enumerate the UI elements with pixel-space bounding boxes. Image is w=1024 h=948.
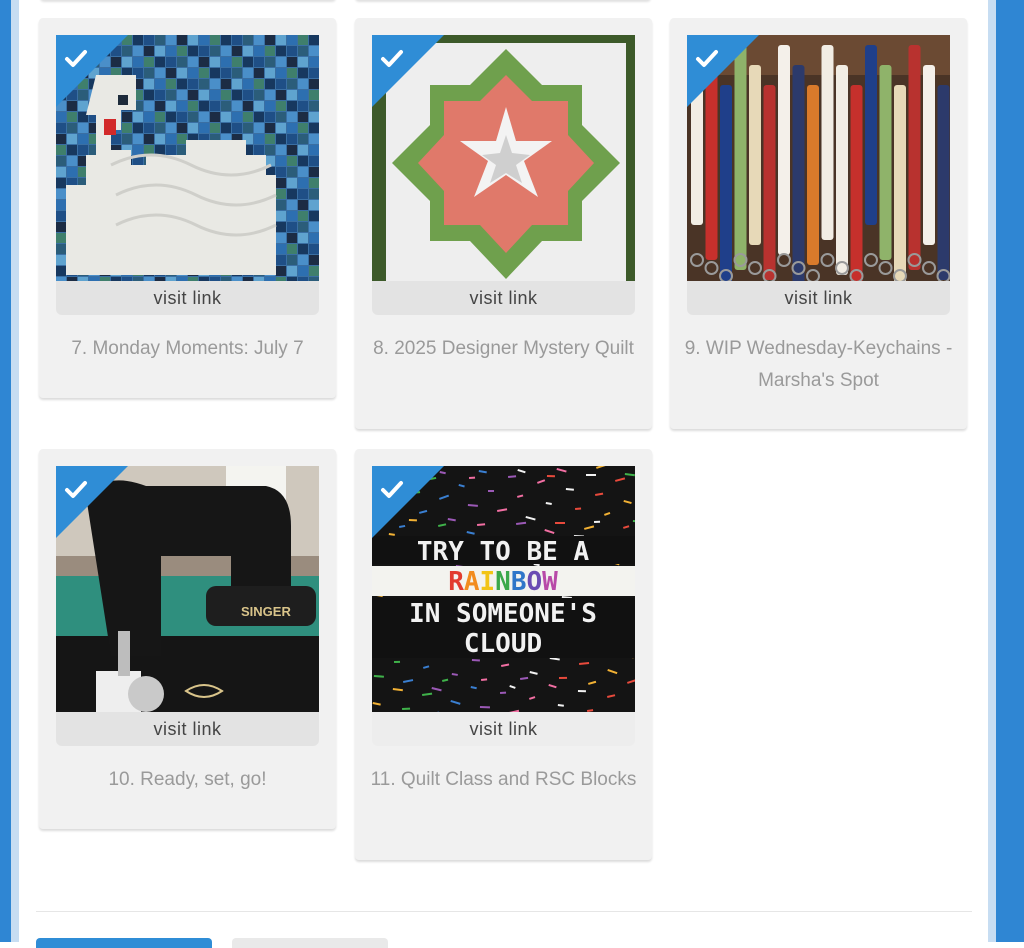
link-thumbnail[interactable]: TRY TO BE A RAINBOW IN SOMEONE'S CLOUD (372, 466, 635, 729)
checkmark-icon (65, 481, 87, 498)
link-title[interactable]: 7. Monday Moments: July 7 (47, 333, 328, 365)
link-title[interactable]: 10. Ready, set, go! (47, 764, 328, 796)
quilt-text-rainbow: RAINBOW (448, 567, 558, 597)
checkmark-icon (381, 481, 403, 498)
link-card-11: TRY TO BE A RAINBOW IN SOMEONE'S CLOUD v… (355, 449, 652, 860)
checkmark-icon (65, 50, 87, 67)
checkmark-icon (381, 50, 403, 67)
section-divider (36, 911, 972, 912)
quilt-text-line-1: TRY TO BE A (417, 537, 590, 567)
visit-link-button[interactable]: visit link (372, 712, 635, 746)
link-title[interactable]: 9. WIP Wednesday-Keychains - Marsha's Sp… (678, 333, 959, 397)
left-frame-border (0, 0, 19, 942)
link-thumbnail[interactable]: SINGER (56, 466, 319, 729)
visit-link-button[interactable]: visit link (56, 281, 319, 315)
checkmark-icon (696, 50, 718, 67)
quilt-text-line-4: CLOUD (464, 629, 542, 659)
selected-corner-badge (687, 35, 759, 107)
selected-corner-badge (56, 35, 128, 107)
selected-corner-badge (372, 35, 444, 107)
right-frame-border (988, 0, 1024, 942)
link-card-9: visit link 9. WIP Wednesday-Keychains - … (670, 18, 967, 429)
machine-brand-label: SINGER (241, 604, 291, 619)
bottom-primary-button[interactable] (36, 938, 212, 948)
bottom-secondary-button[interactable] (232, 938, 388, 948)
selected-corner-badge (56, 466, 128, 538)
link-thumbnail[interactable] (372, 35, 635, 298)
selected-corner-badge (372, 466, 444, 538)
link-thumbnail[interactable] (56, 35, 319, 298)
quilt-text-line-3: IN SOMEONE'S (409, 599, 597, 629)
link-title[interactable]: 8. 2025 Designer Mystery Quilt (363, 333, 644, 365)
link-card-7: visit link 7. Monday Moments: July 7 (39, 18, 336, 398)
visit-link-button[interactable]: visit link (56, 712, 319, 746)
visit-link-button[interactable]: visit link (372, 281, 635, 315)
link-thumbnail[interactable] (687, 35, 950, 298)
link-title[interactable]: 11. Quilt Class and RSC Blocks (363, 764, 644, 796)
link-card-8: visit link 8. 2025 Designer Mystery Quil… (355, 18, 652, 429)
visit-link-button[interactable]: visit link (687, 281, 950, 315)
link-card-10: SINGER visit link 10. Ready, set, go! (39, 449, 336, 829)
